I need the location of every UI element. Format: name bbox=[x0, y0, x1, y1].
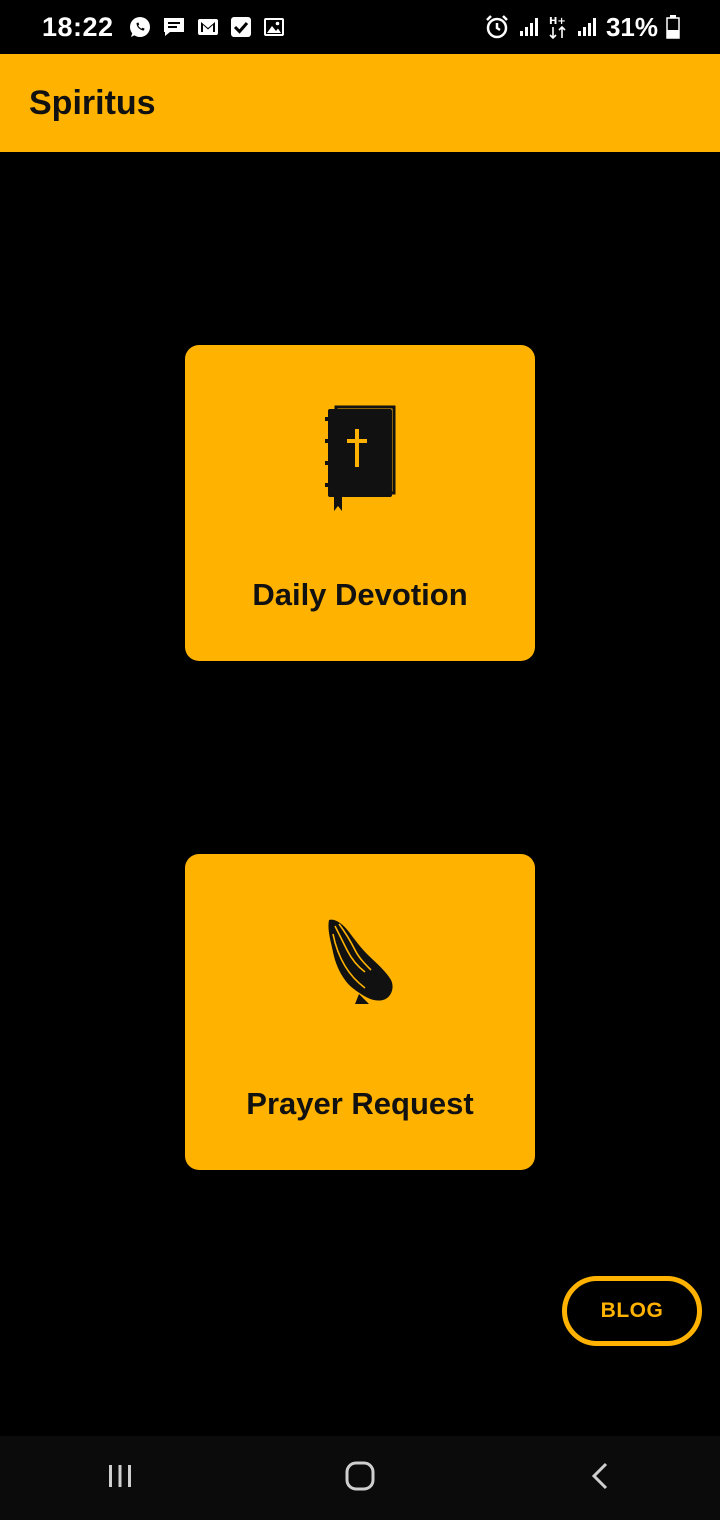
gmail-icon bbox=[196, 15, 220, 39]
signal-icon bbox=[518, 16, 540, 38]
battery-percent: 31% bbox=[605, 11, 658, 42]
status-time: 18:22 bbox=[42, 11, 114, 42]
app-bar: Spiritus bbox=[0, 54, 720, 152]
status-right: H+ 31% bbox=[484, 12, 680, 43]
bible-icon bbox=[324, 405, 396, 516]
home-icon bbox=[344, 1460, 376, 1497]
status-left: 18:22 bbox=[42, 12, 286, 43]
screen: 18:22 H+ 31% Spiritus Daily Devotion Pra… bbox=[0, 0, 720, 1520]
prayer-request-label: Prayer Request bbox=[246, 1086, 474, 1121]
back-button[interactable] bbox=[560, 1436, 640, 1520]
status-bar: 18:22 H+ 31% bbox=[0, 0, 720, 54]
message-icon bbox=[162, 15, 186, 39]
recent-apps-button[interactable] bbox=[80, 1436, 160, 1520]
home-button[interactable] bbox=[320, 1436, 400, 1520]
blog-button[interactable]: BLOG bbox=[562, 1276, 702, 1346]
whatsapp-icon bbox=[128, 15, 152, 39]
recent-apps-icon bbox=[106, 1462, 134, 1495]
alarm-icon bbox=[484, 14, 510, 40]
battery-icon bbox=[666, 15, 680, 39]
checkbox-icon bbox=[230, 16, 252, 38]
prayer-request-card[interactable]: Prayer Request bbox=[185, 854, 535, 1170]
praying-hands-icon bbox=[325, 914, 395, 1011]
gallery-icon bbox=[262, 15, 286, 39]
daily-devotion-label: Daily Devotion bbox=[252, 577, 468, 612]
navigation-bar bbox=[0, 1436, 720, 1520]
svg-text:H+: H+ bbox=[549, 16, 566, 27]
app-title: Spiritus bbox=[29, 83, 156, 122]
back-icon bbox=[588, 1461, 612, 1496]
signal-icon bbox=[576, 16, 598, 38]
network-hplus-icon: H+ bbox=[548, 14, 568, 40]
daily-devotion-card[interactable]: Daily Devotion bbox=[185, 345, 535, 661]
